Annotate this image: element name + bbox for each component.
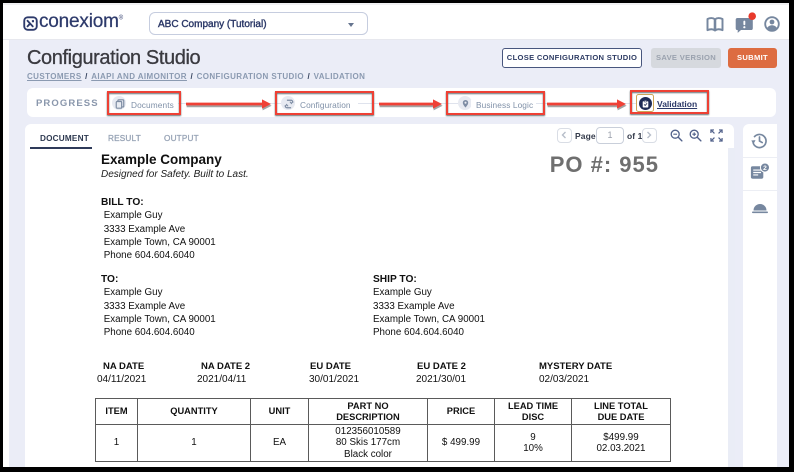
svg-text:2: 2 (763, 165, 767, 172)
